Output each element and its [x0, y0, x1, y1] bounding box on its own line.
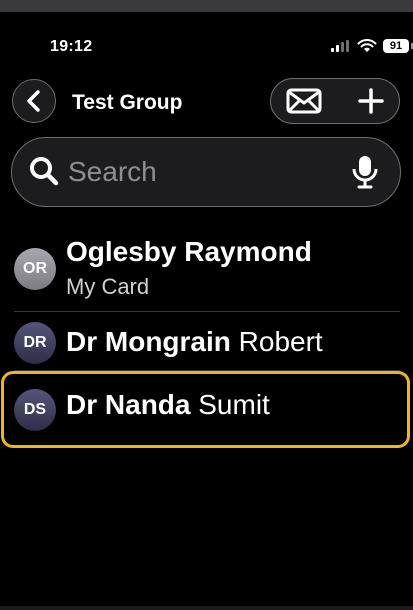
battery-level: 91 — [389, 40, 403, 52]
search-bar[interactable] — [11, 137, 401, 207]
microphone-icon[interactable] — [350, 154, 380, 190]
contact-name-bold: Dr Mongrain — [66, 326, 231, 357]
avatar: OR — [14, 248, 56, 290]
status-bar: 19:12 91 — [0, 30, 413, 64]
contact-name: Oglesby Raymond — [66, 236, 312, 268]
avatar-initials: DR — [23, 334, 47, 351]
page-title: Test Group — [72, 91, 183, 114]
navigation-header: Test Group — [0, 76, 413, 128]
status-time: 19:12 — [50, 38, 93, 55]
mail-button[interactable] — [285, 88, 323, 114]
add-contact-button[interactable] — [353, 84, 389, 118]
wifi-icon — [357, 39, 377, 52]
cellular-signal-icon — [331, 40, 349, 52]
contact-name-bold: Oglesby Raymond — [66, 236, 312, 267]
contact-row[interactable]: DR Dr Mongrain Robert — [0, 312, 413, 370]
search-input[interactable] — [68, 154, 338, 190]
contact-name: Dr Mongrain Robert — [66, 326, 323, 358]
contact-name-rest: Robert — [230, 326, 323, 357]
back-button[interactable] — [12, 79, 56, 123]
avatar: DR — [14, 322, 56, 364]
contact-row-my-card[interactable]: OR Oglesby Raymond My Card — [0, 232, 413, 312]
selection-highlight — [1, 371, 410, 448]
envelope-icon — [286, 88, 322, 114]
header-actions — [270, 78, 400, 124]
contacts-group-screen: 19:12 91 Test Group Search OR Oglesby Ra… — [0, 0, 413, 610]
search-icon — [30, 157, 59, 186]
battery-indicator: 91 — [383, 39, 409, 53]
avatar-initials: OR — [23, 260, 47, 277]
contact-subtitle: My Card — [66, 274, 150, 299]
top-edge-bar — [0, 0, 413, 12]
plus-icon — [358, 88, 384, 114]
bottom-edge — [0, 606, 413, 610]
chevron-left-icon — [27, 90, 40, 112]
